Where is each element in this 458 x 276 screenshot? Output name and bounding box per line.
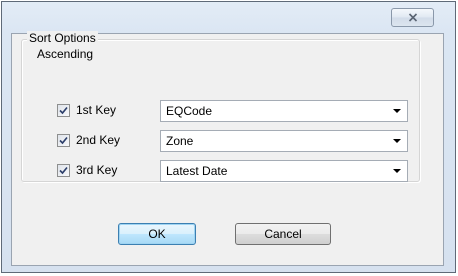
- cancel-button[interactable]: Cancel: [235, 223, 331, 245]
- dropdown-arrow-icon: [393, 169, 401, 173]
- key2-label: 2nd Key: [76, 133, 121, 147]
- key2-selected-value: Zone: [166, 134, 194, 148]
- ascending-label: Ascending: [37, 47, 94, 61]
- key3-dropdown[interactable]: Latest Date: [160, 160, 408, 182]
- key3-checkbox[interactable]: [57, 164, 70, 177]
- key3-label: 3rd Key: [76, 163, 118, 177]
- key1-dropdown[interactable]: EQCode: [160, 100, 408, 122]
- key1-label: 1st Key: [76, 103, 117, 117]
- key2-checkbox[interactable]: [57, 134, 70, 147]
- checkmark-icon: [59, 166, 68, 175]
- sort-options-title: Sort Options: [27, 31, 98, 46]
- dropdown-arrow-icon: [393, 109, 401, 113]
- key1-checkbox[interactable]: [57, 104, 70, 117]
- checkmark-icon: [59, 106, 68, 115]
- sort-key-row-2: 2nd Key Zone: [0, 130, 458, 152]
- key3-selected-value: Latest Date: [166, 164, 228, 178]
- dropdown-arrow-icon: [393, 139, 401, 143]
- sort-key-row-3: 3rd Key Latest Date: [0, 160, 458, 182]
- ok-button[interactable]: OK: [118, 223, 196, 245]
- key1-selected-value: EQCode: [166, 104, 213, 118]
- close-icon: [408, 13, 417, 22]
- sort-key-row-1: 1st Key EQCode: [0, 100, 458, 122]
- close-button[interactable]: [391, 8, 434, 27]
- checkmark-icon: [59, 136, 68, 145]
- key2-dropdown[interactable]: Zone: [160, 130, 408, 152]
